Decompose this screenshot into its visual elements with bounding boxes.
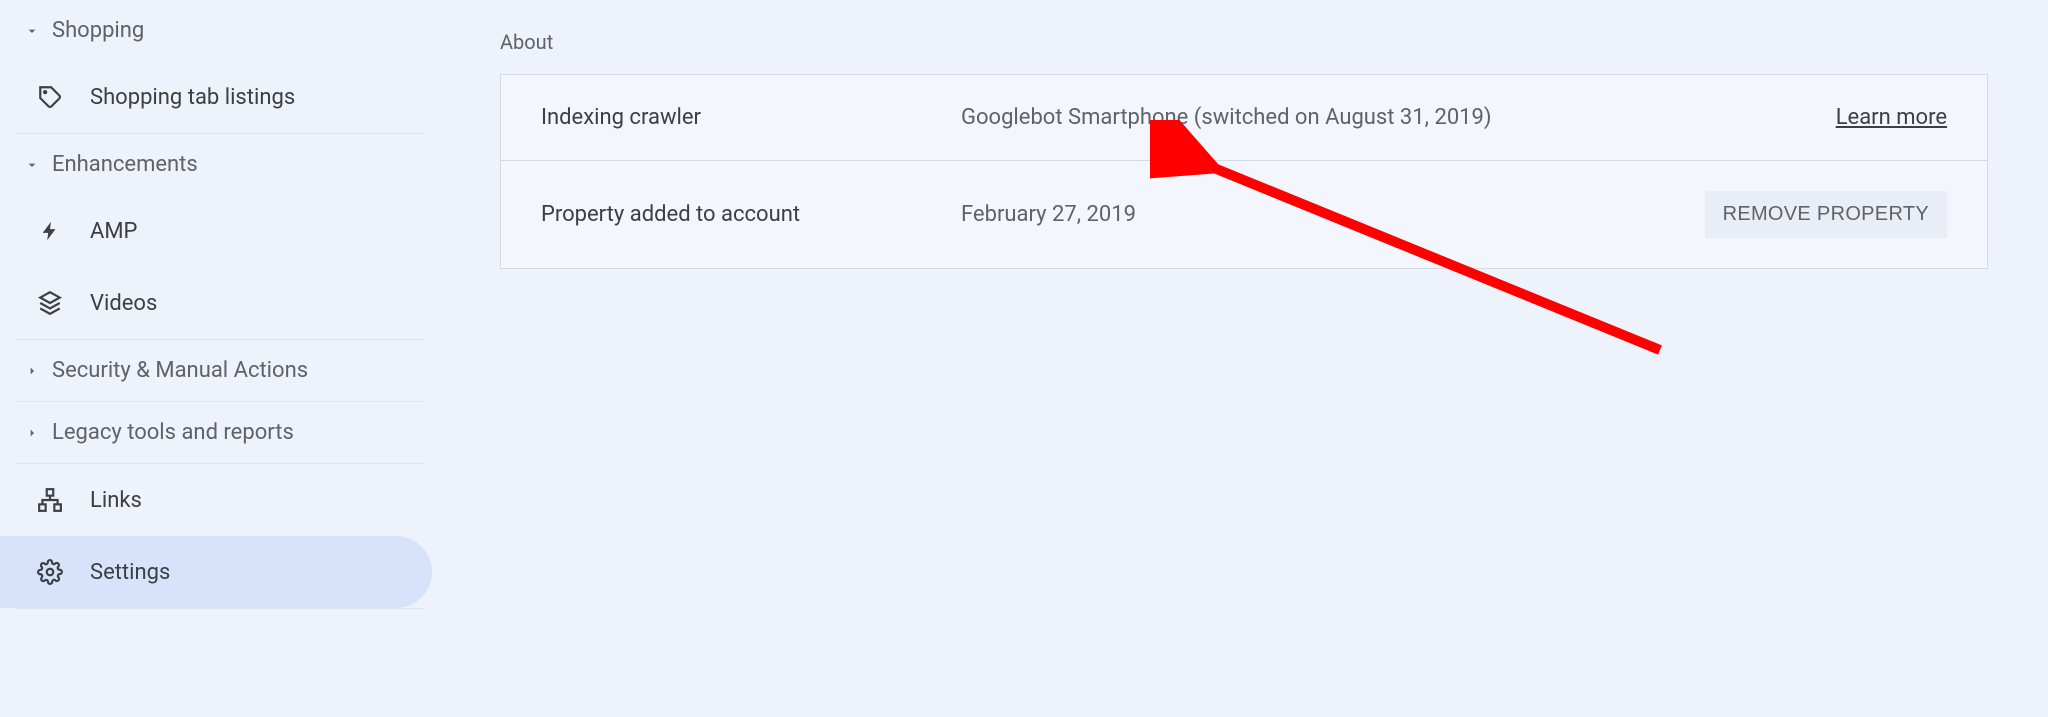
section-title: About — [500, 30, 1988, 54]
sidebar-item-settings[interactable]: Settings — [0, 536, 432, 608]
row-value: February 27, 2019 — [961, 202, 1705, 227]
chevron-right-icon — [24, 425, 40, 441]
sidebar-item-label: Shopping tab listings — [90, 85, 295, 110]
chevron-down-icon — [24, 23, 40, 39]
row-property-added: Property added to account February 27, 2… — [501, 161, 1987, 268]
chevron-right-icon — [24, 363, 40, 379]
sidebar-item-links[interactable]: Links — [0, 464, 440, 536]
sidebar-item-shopping-tab-listings[interactable]: Shopping tab listings — [0, 61, 440, 133]
main-content: About Indexing crawler Googlebot Smartph… — [440, 0, 2048, 717]
bolt-icon — [36, 217, 64, 245]
sidebar-section-enhancements[interactable]: Enhancements — [0, 134, 440, 195]
sidebar-item-label: AMP — [90, 219, 137, 244]
gear-icon — [36, 558, 64, 586]
sidebar-section-label: Security & Manual Actions — [52, 358, 308, 383]
sidebar-item-label: Settings — [90, 560, 170, 585]
sidebar-item-label: Videos — [90, 291, 157, 316]
sidebar: Shopping Shopping tab listings Enhanceme… — [0, 0, 440, 717]
row-label: Indexing crawler — [541, 105, 961, 130]
sidebar-section-shopping[interactable]: Shopping — [0, 0, 440, 61]
sidebar-item-videos[interactable]: Videos — [0, 267, 440, 339]
divider — [16, 608, 424, 609]
learn-more-link[interactable]: Learn more — [1836, 105, 1947, 130]
sidebar-item-amp[interactable]: AMP — [0, 195, 440, 267]
sitemap-icon — [36, 486, 64, 514]
sidebar-section-security[interactable]: Security & Manual Actions — [0, 340, 440, 401]
row-label: Property added to account — [541, 202, 961, 227]
sidebar-section-label: Enhancements — [52, 152, 198, 177]
row-indexing-crawler: Indexing crawler Googlebot Smartphone (s… — [501, 75, 1987, 161]
chevron-down-icon — [24, 157, 40, 173]
tag-icon — [36, 83, 64, 111]
row-value: Googlebot Smartphone (switched on August… — [961, 105, 1836, 130]
about-card: Indexing crawler Googlebot Smartphone (s… — [500, 74, 1988, 269]
sidebar-section-label: Legacy tools and reports — [52, 420, 294, 445]
remove-property-button[interactable]: REMOVE PROPERTY — [1705, 191, 1947, 238]
sidebar-item-label: Links — [90, 488, 142, 513]
layers-icon — [36, 289, 64, 317]
sidebar-section-legacy[interactable]: Legacy tools and reports — [0, 402, 440, 463]
sidebar-section-label: Shopping — [52, 18, 144, 43]
